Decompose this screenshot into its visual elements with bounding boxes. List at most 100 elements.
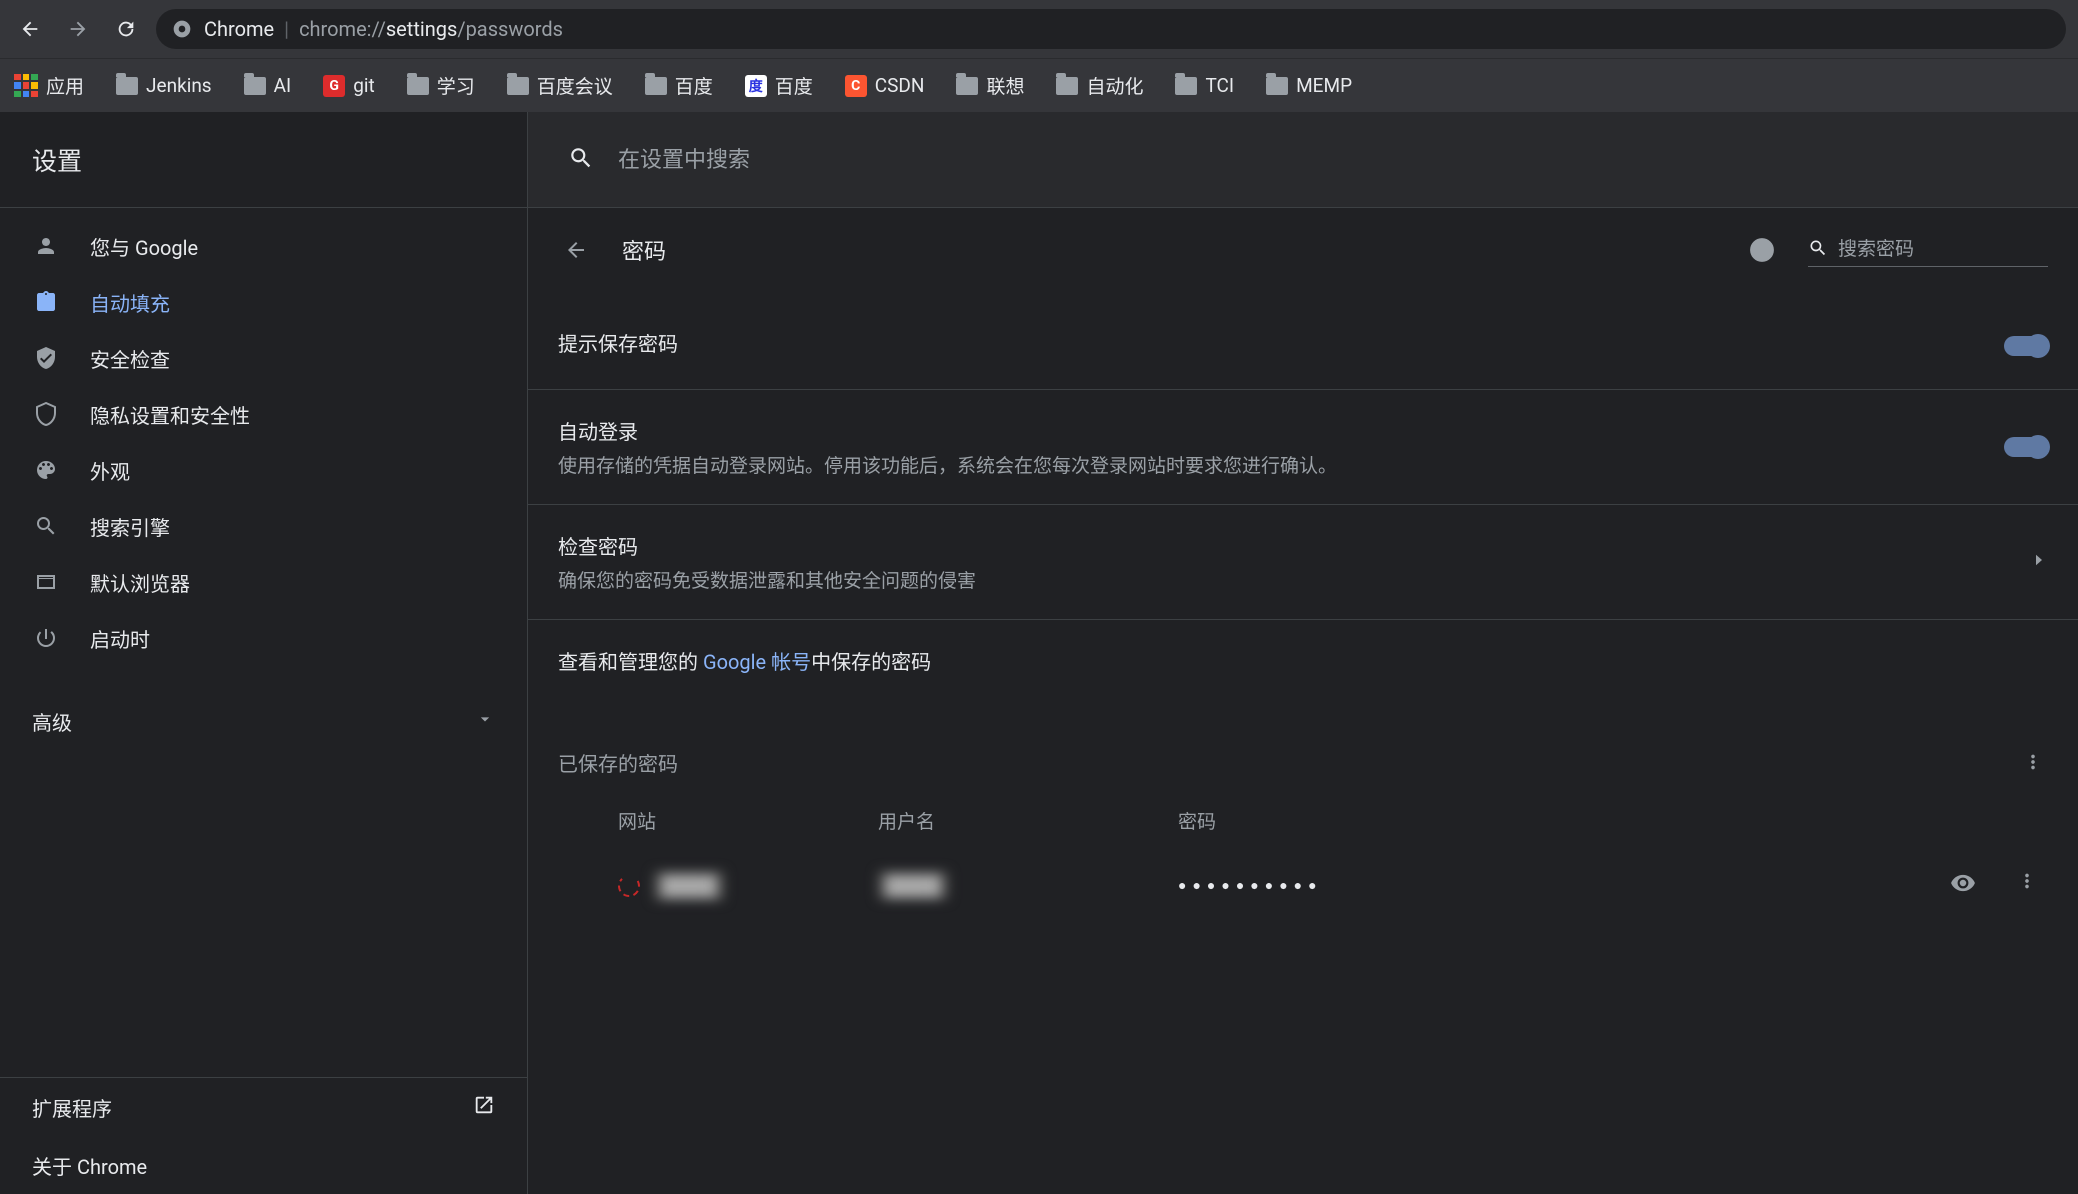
page-header: 密码 bbox=[528, 208, 2078, 292]
password-site-cell: ████ bbox=[558, 872, 878, 900]
saved-passwords-title: 已保存的密码 bbox=[558, 748, 678, 777]
site-favicon-icon bbox=[618, 875, 640, 897]
bookmark-csdn[interactable]: CCSDN bbox=[841, 72, 929, 99]
shield-icon bbox=[32, 400, 60, 428]
settings-search-header bbox=[528, 112, 2078, 208]
main-panel: 密码 提示保存密码 自动登录 使用存储的凭据自动登录网站。停用该功能后，系统会在 bbox=[528, 112, 2078, 1194]
bookmark-study[interactable]: 学习 bbox=[403, 70, 479, 101]
col-pass: 密码 bbox=[1178, 807, 1458, 834]
bookmark-tci[interactable]: TCI bbox=[1171, 72, 1238, 99]
nav-safety-check[interactable]: 安全检查 bbox=[0, 330, 527, 386]
settings-sidebar: 设置 您与 Google 自动填充 安全检查 隐私设置和安全性 外观 bbox=[0, 112, 528, 1194]
nav-label: 外观 bbox=[90, 456, 130, 485]
google-account-link[interactable]: Google 帐号 bbox=[703, 650, 811, 674]
nav-label: 搜索引擎 bbox=[90, 512, 170, 541]
search-passwords-field[interactable] bbox=[1808, 234, 2048, 267]
clipboard-icon bbox=[32, 288, 60, 316]
setting-check-passwords[interactable]: 检查密码 确保您的密码免受数据泄露和其他安全问题的侵害 bbox=[528, 504, 2078, 619]
show-password-button[interactable] bbox=[1950, 870, 1976, 901]
password-user-cell: ████ bbox=[878, 874, 1178, 898]
url-path-highlight: settings bbox=[386, 17, 457, 41]
bookmark-automation[interactable]: 自动化 bbox=[1052, 70, 1147, 101]
back-button[interactable] bbox=[12, 11, 48, 47]
bookmark-ai[interactable]: AI bbox=[240, 72, 296, 99]
bookmark-jenkins[interactable]: Jenkins bbox=[112, 72, 216, 99]
reload-button[interactable] bbox=[108, 11, 144, 47]
palette-icon bbox=[32, 456, 60, 484]
chrome-icon bbox=[172, 19, 192, 39]
nav-label: 自动填充 bbox=[90, 288, 170, 317]
toggle-auto-signin[interactable] bbox=[2004, 437, 2048, 457]
search-passwords-input[interactable] bbox=[1838, 239, 2078, 261]
apps-grid-icon bbox=[14, 74, 38, 98]
nav-extensions[interactable]: 扩展程序 bbox=[0, 1078, 527, 1136]
setting-offer-save: 提示保存密码 bbox=[528, 302, 2078, 389]
nav-default-browser[interactable]: 默认浏览器 bbox=[0, 554, 527, 610]
bookmark-lenovo[interactable]: 联想 bbox=[952, 70, 1028, 101]
setting-title: 提示保存密码 bbox=[558, 328, 1984, 357]
password-row[interactable]: ████ ████ ●●●●●●●●●● bbox=[528, 854, 2078, 917]
power-icon bbox=[32, 624, 60, 652]
nav-autofill[interactable]: 自动填充 bbox=[0, 274, 527, 330]
nav-about-chrome[interactable]: 关于 Chrome bbox=[0, 1136, 527, 1194]
nav-privacy[interactable]: 隐私设置和安全性 bbox=[0, 386, 527, 442]
saved-passwords-header: 已保存的密码 bbox=[528, 717, 2078, 787]
nav-you-and-google[interactable]: 您与 Google bbox=[0, 218, 527, 274]
bookmarks-bar: 应用 Jenkins AI Ggit 学习 百度会议 百度 度百度 CCSDN … bbox=[0, 58, 2078, 112]
shield-check-icon bbox=[32, 344, 60, 372]
search-icon bbox=[32, 512, 60, 540]
google-account-text: 查看和管理您的 Google 帐号中保存的密码 bbox=[558, 646, 2048, 675]
browser-icon bbox=[32, 568, 60, 596]
setting-desc: 确保您的密码免受数据泄露和其他安全问题的侵害 bbox=[558, 566, 2010, 593]
url-app: Chrome bbox=[204, 17, 274, 41]
help-button[interactable] bbox=[1744, 232, 1780, 268]
settings-list: 提示保存密码 自动登录 使用存储的凭据自动登录网站。停用该功能后，系统会在您每次… bbox=[528, 292, 2078, 717]
baidu-favicon-icon: 度 bbox=[745, 75, 767, 97]
folder-icon bbox=[407, 77, 429, 95]
sidebar-nav: 您与 Google 自动填充 安全检查 隐私设置和安全性 外观 搜索引擎 bbox=[0, 208, 527, 1077]
nav-advanced[interactable]: 高级 bbox=[0, 686, 527, 756]
nav-on-startup[interactable]: 启动时 bbox=[0, 610, 527, 666]
nav-label: 启动时 bbox=[90, 624, 150, 653]
chevron-right-icon bbox=[2030, 551, 2048, 573]
apps-label: 应用 bbox=[46, 72, 84, 99]
folder-icon bbox=[1266, 77, 1288, 95]
apps-shortcut[interactable]: 应用 bbox=[10, 70, 88, 101]
settings-search-input[interactable] bbox=[618, 147, 2038, 173]
bookmark-memp[interactable]: MEMP bbox=[1262, 72, 1356, 99]
setting-auto-signin: 自动登录 使用存储的凭据自动登录网站。停用该功能后，系统会在您每次登录网站时要求… bbox=[528, 389, 2078, 504]
url-bar[interactable]: Chrome | chrome://settings/passwords bbox=[156, 9, 2066, 49]
chevron-down-icon bbox=[475, 709, 495, 734]
saved-passwords-more-button[interactable] bbox=[2018, 747, 2048, 777]
external-link-icon bbox=[473, 1094, 495, 1121]
bookmark-git[interactable]: Ggit bbox=[319, 72, 379, 99]
nav-label: 隐私设置和安全性 bbox=[90, 400, 250, 429]
sidebar-title: 设置 bbox=[0, 112, 527, 208]
csdn-favicon-icon: C bbox=[845, 75, 867, 97]
nav-appearance[interactable]: 外观 bbox=[0, 442, 527, 498]
folder-icon bbox=[507, 77, 529, 95]
nav-search-engine[interactable]: 搜索引擎 bbox=[0, 498, 527, 554]
password-table-header: 网站 用户名 密码 bbox=[528, 787, 2078, 854]
page-back-button[interactable] bbox=[558, 232, 594, 268]
password-site: ████ bbox=[654, 872, 724, 900]
col-site: 网站 bbox=[558, 807, 878, 834]
bookmark-baidu-folder[interactable]: 百度 bbox=[641, 70, 717, 101]
password-mask: ●●●●●●●●●● bbox=[1178, 877, 1458, 894]
setting-title: 自动登录 bbox=[558, 416, 1984, 445]
bookmark-baidu[interactable]: 度百度 bbox=[741, 70, 817, 101]
forward-button[interactable] bbox=[60, 11, 96, 47]
bookmark-baidu-meeting[interactable]: 百度会议 bbox=[503, 70, 617, 101]
search-icon bbox=[1808, 238, 1828, 262]
password-more-button[interactable] bbox=[2016, 870, 2038, 901]
toggle-offer-save[interactable] bbox=[2004, 336, 2048, 356]
nav-label: 安全检查 bbox=[90, 344, 170, 373]
password-row-actions bbox=[1458, 870, 2048, 901]
folder-icon bbox=[116, 77, 138, 95]
advanced-label: 高级 bbox=[32, 707, 72, 736]
setting-google-account-link: 查看和管理您的 Google 帐号中保存的密码 bbox=[528, 619, 2078, 707]
extensions-label: 扩展程序 bbox=[32, 1093, 112, 1122]
git-favicon-icon: G bbox=[323, 75, 345, 97]
about-label: 关于 Chrome bbox=[32, 1151, 147, 1180]
folder-icon bbox=[956, 77, 978, 95]
